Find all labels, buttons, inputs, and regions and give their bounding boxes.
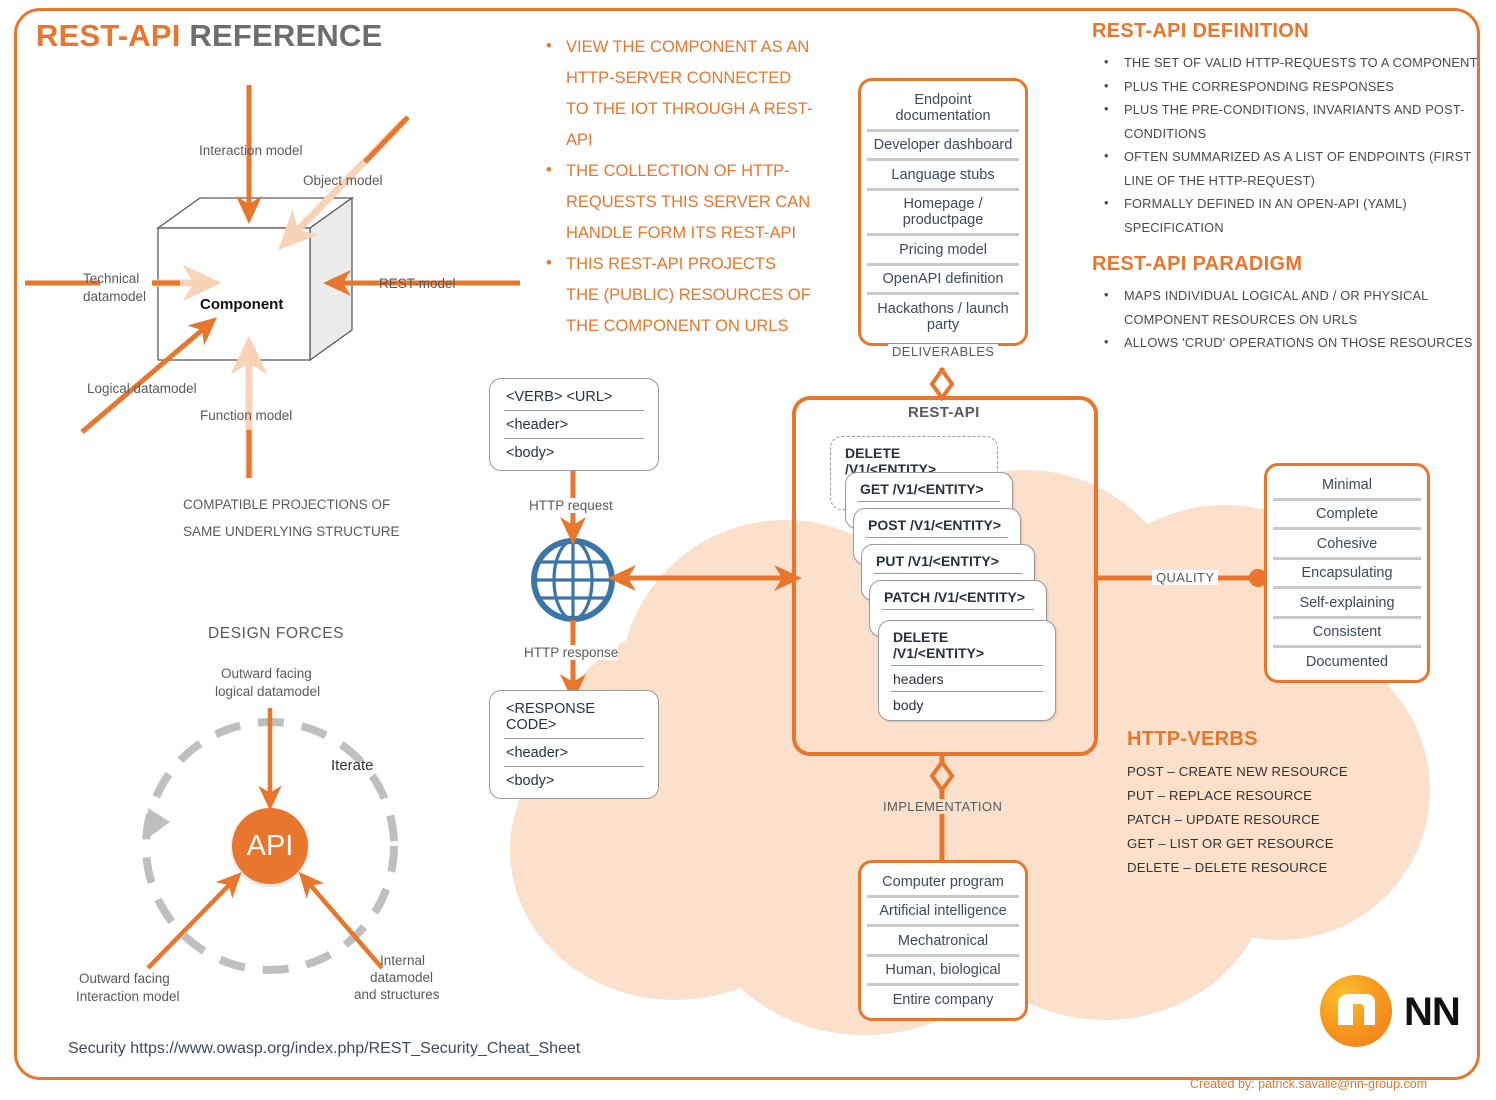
design-forces-right-label-2: datamodel	[370, 970, 434, 985]
security-link[interactable]: Security https://www.owasp.org/index.php…	[68, 1040, 580, 1058]
list-item: ALLOWS 'CRUD' OPERATIONS ON THOSE RESOUR…	[1096, 330, 1486, 355]
intro-bullet-list: VIEW THE COMPONENT AS AN HTTP-SERVER CON…	[538, 31, 813, 342]
http-request-label: HTTP request	[529, 498, 613, 513]
nn-logo-icon	[1320, 975, 1392, 1047]
cube-caption-1: COMPATIBLE PROJECTIONS OF	[183, 497, 391, 512]
design-forces-right-label-1: Internal	[380, 953, 426, 968]
paradigm-heading: REST-API PARADIGM	[1092, 253, 1303, 275]
http-response-card[interactable]: <RESPONSE CODE> <header> <body>	[489, 690, 659, 799]
list-item[interactable]: Mechatronical	[867, 927, 1019, 957]
credit-line: Created by: patrick.savalle@nn-group.com	[1190, 1077, 1428, 1091]
list-item[interactable]: Documented	[1273, 648, 1421, 675]
list-item[interactable]: Entire company	[867, 986, 1019, 1013]
endpoint-card-delete-front[interactable]: DELETE /V1/<ENTITY> headers body	[878, 620, 1056, 721]
design-forces-left-label-2: Interaction model	[76, 989, 180, 1004]
design-forces-left-label-1: Outward facing	[79, 971, 170, 986]
cube-technical-label-1: Technical	[83, 271, 140, 286]
list-item[interactable]: Artificial intelligence	[867, 898, 1019, 927]
paradigm-bullet-list: MAPS INDIVIDUAL LOGICAL AND / OR PHYSICA…	[1096, 283, 1486, 355]
list-item: DELETE – DELETE RESOURCE	[1127, 860, 1328, 875]
quality-relation-label: QUALITY	[1152, 570, 1219, 585]
cube-rest-model-label: REST-model	[379, 276, 456, 291]
list-item: POST – CREATE NEW RESOURCE	[1127, 764, 1348, 779]
nn-wordmark: NN	[1404, 990, 1461, 1034]
design-forces-heading: DESIGN FORCES	[208, 625, 345, 642]
list-item: GET – LIST OR GET RESOURCE	[1127, 836, 1334, 851]
globe-icon	[531, 538, 615, 622]
list-item: PATCH – UPDATE RESOURCE	[1127, 812, 1320, 827]
list-item[interactable]: Endpoint documentation	[867, 86, 1019, 132]
response-header: <header>	[504, 739, 644, 767]
request-body: <body>	[506, 445, 555, 461]
list-item: PLUS THE CORRESPONDING RESPONSES	[1096, 74, 1486, 99]
request-line: <VERB> <URL>	[504, 383, 644, 411]
list-item[interactable]: Hackathons / launch party	[867, 295, 1019, 338]
endpoint-label: PATCH /V1/<ENTITY>	[882, 584, 1034, 610]
list-item[interactable]: Human, biological	[867, 957, 1019, 986]
deliverables-box[interactable]: Endpoint documentation Developer dashboa…	[858, 78, 1028, 346]
list-item[interactable]: Complete	[1273, 501, 1421, 530]
design-forces-top-label-1: Outward facing	[221, 666, 312, 681]
endpoint-body: body	[893, 697, 924, 713]
list-item[interactable]: Language stubs	[867, 161, 1019, 191]
quality-box[interactable]: Minimal Complete Cohesive Encapsulating …	[1264, 463, 1430, 683]
list-item[interactable]: Homepage / productpage	[867, 191, 1019, 236]
list-item[interactable]: OpenAPI definition	[867, 266, 1019, 295]
endpoint-headers: headers	[891, 666, 1043, 692]
cube-object-model-label: Object model	[303, 173, 383, 188]
design-forces-top-label-2: logical datamodel	[215, 684, 321, 699]
cube-logical-label: Logical datamodel	[87, 381, 197, 396]
cube-component-label: Component	[200, 296, 284, 313]
list-item: OFTEN SUMMARIZED AS A LIST OF ENDPOINTS …	[1096, 144, 1486, 192]
deliverables-relation-label: DELIVERABLES	[888, 344, 999, 359]
cube-function-label: Function model	[200, 408, 293, 423]
design-forces-right-label-3: and structures	[354, 987, 440, 1002]
list-item: PUT – REPLACE RESOURCE	[1127, 788, 1313, 803]
list-item: FORMALLY DEFINED IN AN OPEN-API (YAML) S…	[1096, 191, 1486, 239]
cube-technical-label-2: datamodel	[83, 289, 147, 304]
list-item[interactable]: Computer program	[867, 868, 1019, 898]
endpoint-label: DELETE /V1/<ENTITY>	[891, 624, 1043, 666]
response-body: <body>	[506, 773, 555, 789]
infographic-page: REST-API REFERENCE Interaction model Obj…	[0, 0, 1496, 1100]
list-item[interactable]: Pricing model	[867, 236, 1019, 266]
http-verbs-heading: HTTP-VERBS	[1127, 728, 1258, 750]
list-item: PLUS THE PRE-CONDITIONS, INVARIANTS AND …	[1096, 97, 1486, 145]
implementation-relation-label: IMPLEMENTATION	[879, 799, 1007, 814]
endpoint-label: GET /V1/<ENTITY>	[858, 476, 1000, 502]
list-item: VIEW THE COMPONENT AS AN HTTP-SERVER CON…	[538, 31, 813, 156]
endpoint-label: POST /V1/<ENTITY>	[866, 512, 1008, 538]
list-item: THIS REST-API PROJECTS THE (PUBLIC) RESO…	[538, 248, 813, 342]
cube-top-label: Interaction model	[199, 143, 303, 158]
list-item: THE SET OF VALID HTTP-REQUESTS TO A COMP…	[1096, 50, 1486, 75]
response-code: <RESPONSE CODE>	[504, 695, 644, 739]
definition-bullet-list: THE SET OF VALID HTTP-REQUESTS TO A COMP…	[1096, 50, 1486, 239]
api-circle: API	[232, 808, 308, 884]
list-item: THE COLLECTION OF HTTP-REQUESTS THIS SER…	[538, 155, 813, 249]
implementation-box[interactable]: Computer program Artificial intelligence…	[858, 860, 1028, 1021]
design-forces-iterate-label: Iterate	[331, 757, 374, 774]
definition-heading: REST-API DEFINITION	[1092, 20, 1309, 42]
http-request-card[interactable]: <VERB> <URL> <header> <body>	[489, 378, 659, 471]
list-item[interactable]: Consistent	[1273, 619, 1421, 648]
http-verbs-list: POST – CREATE NEW RESOURCE PUT – REPLACE…	[1127, 760, 1348, 880]
list-item[interactable]: Encapsulating	[1273, 560, 1421, 589]
request-header: <header>	[504, 411, 644, 439]
list-item[interactable]: Cohesive	[1273, 530, 1421, 560]
restapi-box-title: REST-API	[908, 404, 980, 421]
list-item[interactable]: Developer dashboard	[867, 132, 1019, 161]
endpoint-label: PUT /V1/<ENTITY>	[874, 548, 1022, 574]
list-item: MAPS INDIVIDUAL LOGICAL AND / OR PHYSICA…	[1096, 283, 1486, 331]
cube-caption-2: SAME UNDERLYING STRUCTURE	[183, 524, 400, 539]
list-item[interactable]: Self-explaining	[1273, 589, 1421, 619]
http-response-label: HTTP response	[524, 645, 619, 660]
list-item[interactable]: Minimal	[1273, 471, 1421, 501]
